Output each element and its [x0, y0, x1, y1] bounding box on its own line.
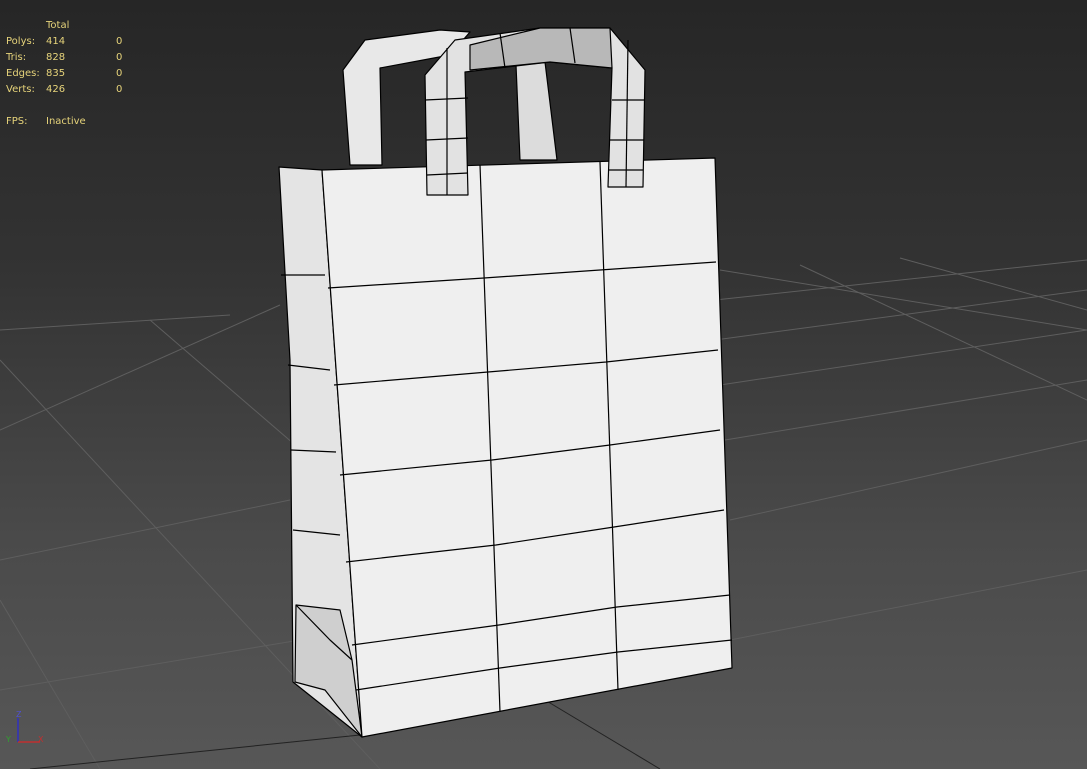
stat-label: Edges: — [6, 68, 40, 79]
stats-header: Total — [46, 20, 70, 31]
z-axis-label: Z — [16, 710, 22, 719]
statistics-overlay: Total Polys: 414 0 Tris: 828 0 Edges: 835 0 Ve… — [6, 18, 122, 130]
fps-value: Inactive — [46, 116, 86, 127]
viewport[interactable]: Total Polys: 414 0 Tris: 828 0 Edges: 835 0 Ve… — [0, 0, 1087, 769]
stat-total: 414 — [46, 36, 66, 47]
y-axis-label: Y — [6, 735, 11, 744]
stat-label: Polys: — [6, 36, 36, 47]
fps-row: FPS: Inactive — [6, 114, 122, 130]
stat-label: Tris: — [6, 52, 27, 63]
stat-selected: 0 — [116, 52, 123, 63]
stats-row-edges: Edges: 835 0 — [6, 66, 122, 82]
shopping-bag-mesh — [278, 27, 733, 738]
viewport-scene[interactable] — [0, 0, 1087, 769]
stats-row-verts: Verts: 426 0 — [6, 82, 122, 98]
stat-total: 835 — [46, 68, 66, 79]
stat-label: Verts: — [6, 84, 35, 95]
stats-row-polys: Polys: 414 0 — [6, 34, 122, 50]
stat-selected: 0 — [116, 68, 123, 79]
stat-selected: 0 — [116, 84, 123, 95]
axis-gizmo — [17, 718, 40, 743]
stats-row-tris: Tris: 828 0 — [6, 50, 122, 66]
fps-label: FPS: — [6, 116, 28, 127]
bag-front — [321, 157, 733, 738]
x-axis-label: X — [38, 735, 44, 744]
stat-total: 828 — [46, 52, 66, 63]
stat-total: 426 — [46, 84, 66, 95]
stat-selected: 0 — [116, 36, 123, 47]
